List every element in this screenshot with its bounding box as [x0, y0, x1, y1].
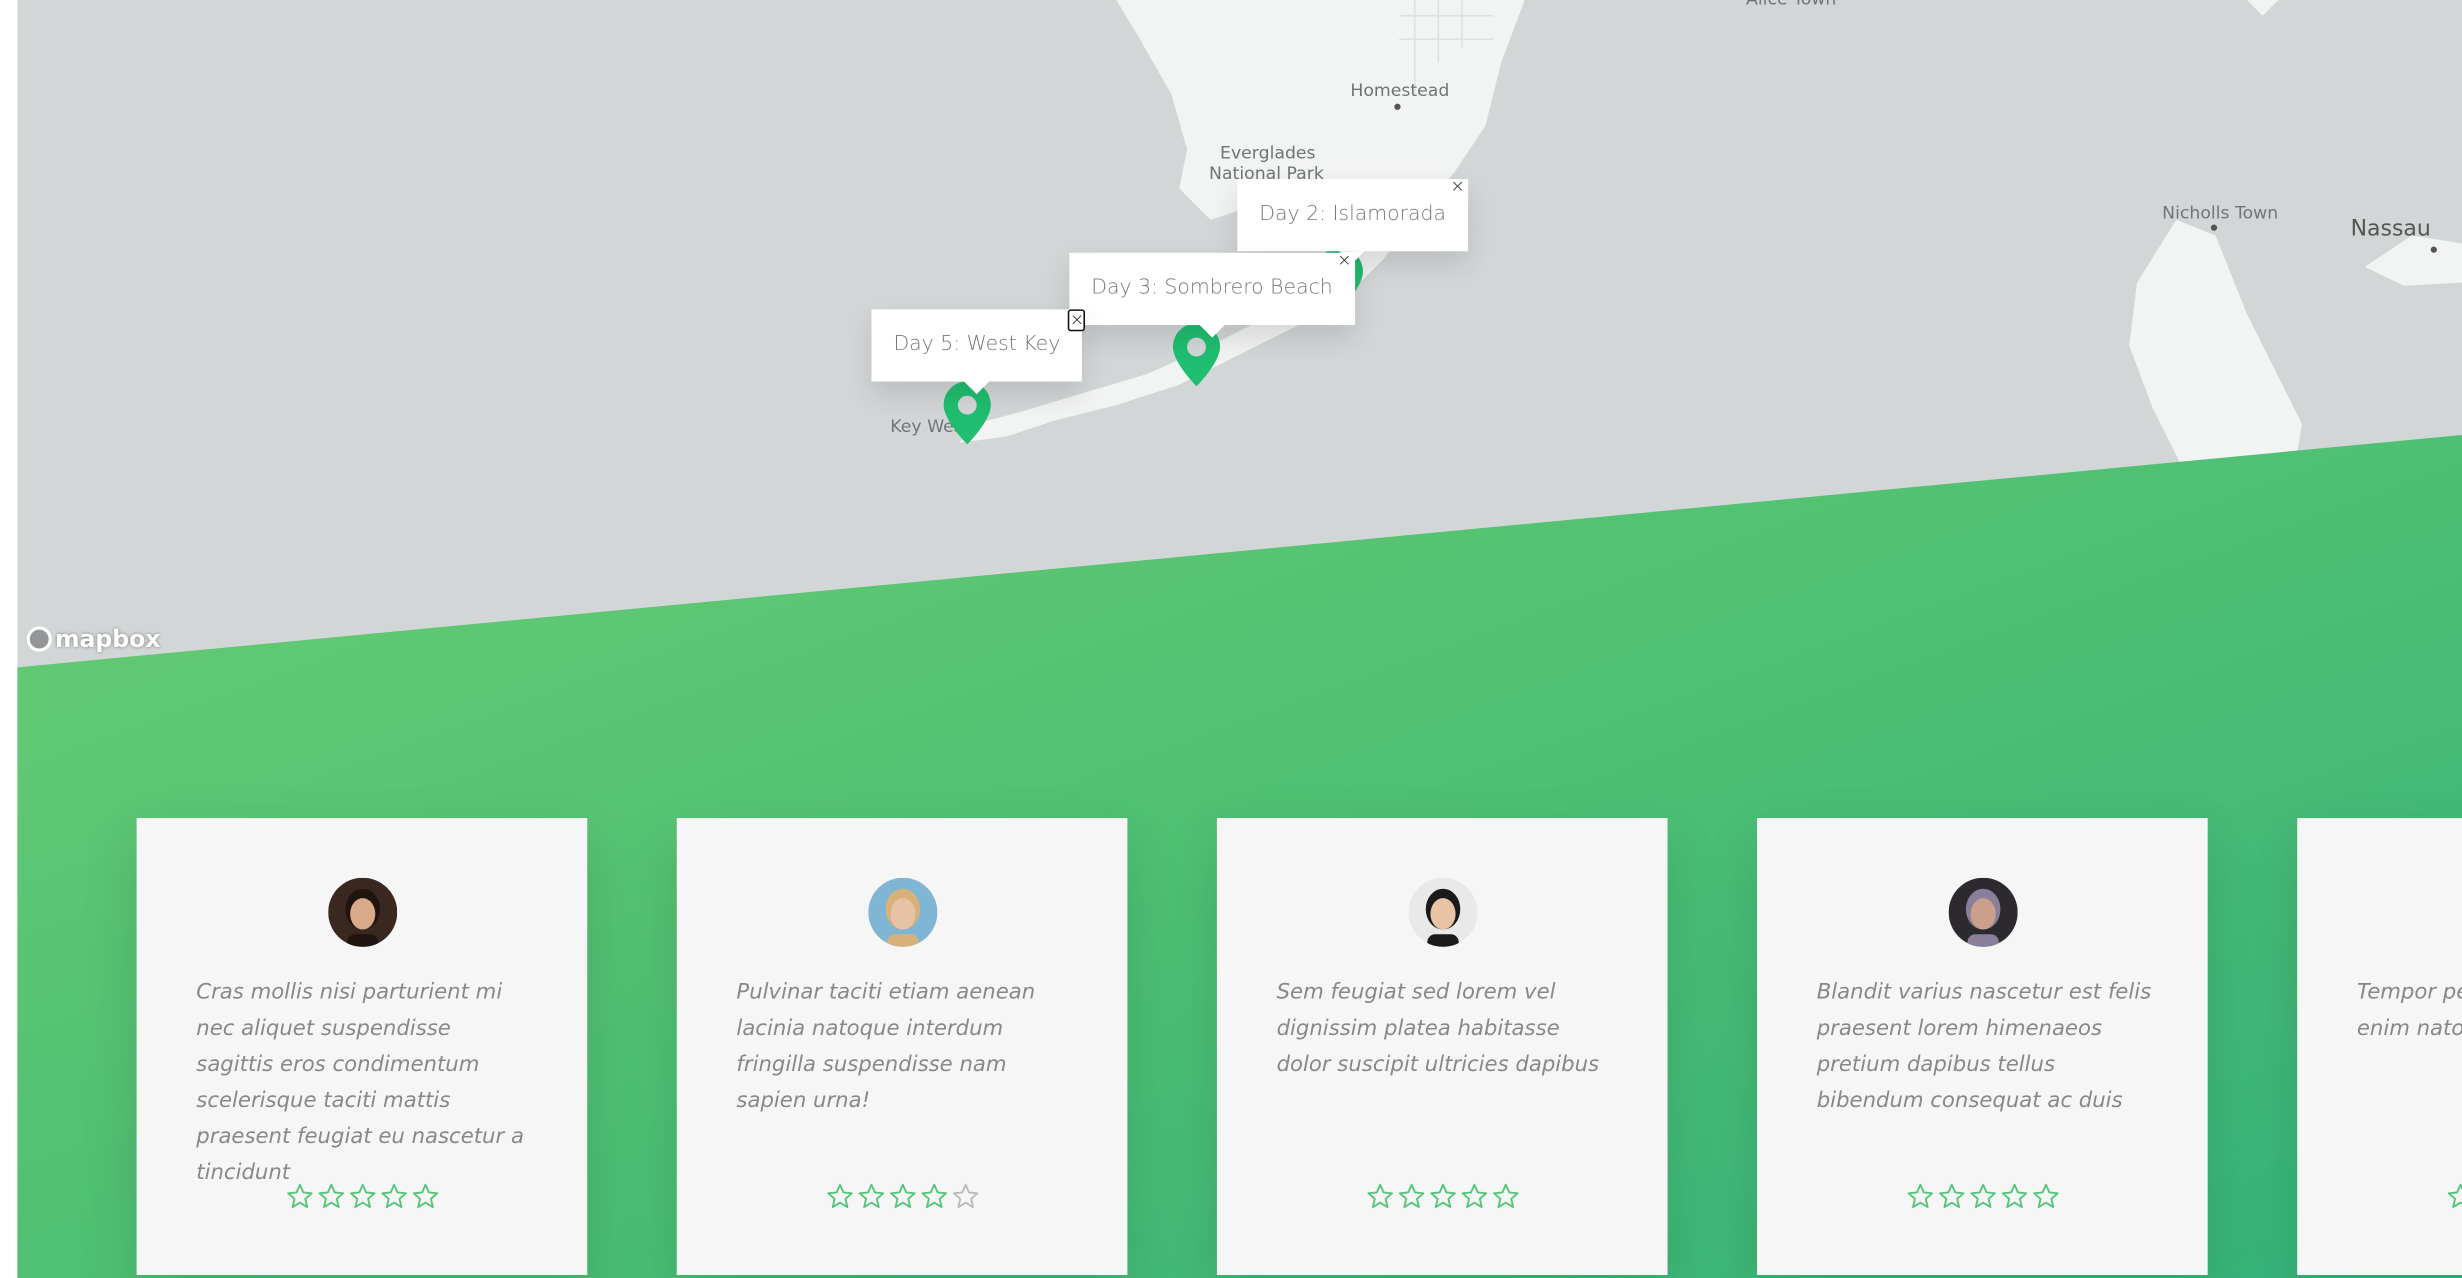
- page: Homestead Everglades National Park Key W…: [0, 0, 2462, 1278]
- star-filled-icon: [1460, 1183, 1487, 1209]
- star-filled-icon: [1969, 1183, 1996, 1209]
- review-rating: [1757, 1182, 2208, 1210]
- place-label-homestead: Homestead: [1350, 80, 1450, 101]
- star-filled-icon: [317, 1183, 344, 1209]
- review-rating: [677, 1182, 1128, 1210]
- review-text: Cras mollis nisi parturient mi nec aliqu…: [196, 979, 524, 1186]
- popup-close-button[interactable]: ×: [1068, 309, 1086, 332]
- map-popup-islamorada: Day 2: Islamorada ×: [1237, 176, 1469, 264]
- review-card: Pulvinar taciti etiam aenean lacinia nat…: [676, 818, 1128, 1276]
- star-filled-icon: [920, 1183, 947, 1209]
- review-rating: [1217, 1182, 1668, 1210]
- nassau-dot: [2430, 246, 2437, 253]
- reviewer-avatar: [327, 877, 397, 947]
- homestead-dot: [1394, 103, 1401, 110]
- review-text: Tempor pellentesque auctor enim natoque …: [2356, 979, 2462, 1042]
- star-filled-icon: [1398, 1183, 1424, 1209]
- review-rating: [137, 1182, 588, 1210]
- mapbox-icon: [26, 626, 52, 652]
- star-filled-icon: [380, 1183, 407, 1209]
- star-filled-icon: [1906, 1183, 1933, 1209]
- review-card: Cras mollis nisi parturient mi nec aliqu…: [136, 818, 588, 1276]
- star-filled-icon: [1938, 1183, 1964, 1209]
- place-label-nicholls-town: Nicholls Town: [2162, 202, 2279, 223]
- popup-label: Day 2: Islamorada: [1259, 202, 1447, 227]
- review-card: Blandit varius nascetur est felis praese…: [1757, 818, 2208, 1276]
- review-text: Pulvinar taciti etiam aenean lacinia nat…: [736, 979, 1036, 1114]
- star-filled-icon: [2001, 1183, 2027, 1209]
- star-filled-icon: [349, 1183, 375, 1209]
- star-filled-icon: [1429, 1183, 1455, 1209]
- popup-close-button[interactable]: ×: [1337, 250, 1351, 272]
- popup-close-button[interactable]: ×: [1450, 176, 1464, 198]
- star-filled-icon: [857, 1183, 884, 1209]
- place-label-alice-town: Alice Town: [1746, 0, 1836, 9]
- star-empty-icon: [952, 1183, 978, 1209]
- review-card: Sem feugiat sed lorem vel dignissim plat…: [1216, 818, 1668, 1276]
- place-label-nassau: Nassau: [2350, 216, 2431, 242]
- star-filled-icon: [826, 1183, 852, 1209]
- review-text: Blandit varius nascetur est felis praese…: [1816, 979, 2152, 1114]
- map-popup-sombrero-beach: Day 3: Sombrero Beach ×: [1069, 250, 1355, 338]
- place-label-everglades: Everglades: [1220, 142, 1316, 164]
- popup-label: Day 5: West Key: [893, 332, 1061, 357]
- mapbox-attribution-logo[interactable]: mapbox: [26, 624, 161, 654]
- reviewer-avatar: [1947, 877, 2017, 947]
- star-filled-icon: [2446, 1183, 2462, 1209]
- nicholls-town-dot: [2210, 224, 2218, 231]
- mapbox-wordmark: mapbox: [54, 624, 161, 654]
- review-card: Tempor pellentesque auctor enim natoque …: [2297, 818, 2462, 1276]
- star-filled-icon: [412, 1183, 438, 1209]
- map-popup-west-key: Day 5: West Key ×: [871, 309, 1086, 395]
- star-filled-icon: [286, 1183, 312, 1209]
- review-rating: [2297, 1182, 2462, 1210]
- star-filled-icon: [889, 1183, 915, 1209]
- review-text: Sem feugiat sed lorem vel dignissim plat…: [1276, 979, 1600, 1078]
- reviewer-avatar: [1407, 877, 1477, 947]
- star-filled-icon: [1492, 1183, 1518, 1209]
- star-filled-icon: [2032, 1183, 2058, 1209]
- reviewer-avatar: [867, 877, 937, 947]
- star-filled-icon: [1366, 1183, 1393, 1209]
- popup-label: Day 3: Sombrero Beach: [1091, 276, 1333, 300]
